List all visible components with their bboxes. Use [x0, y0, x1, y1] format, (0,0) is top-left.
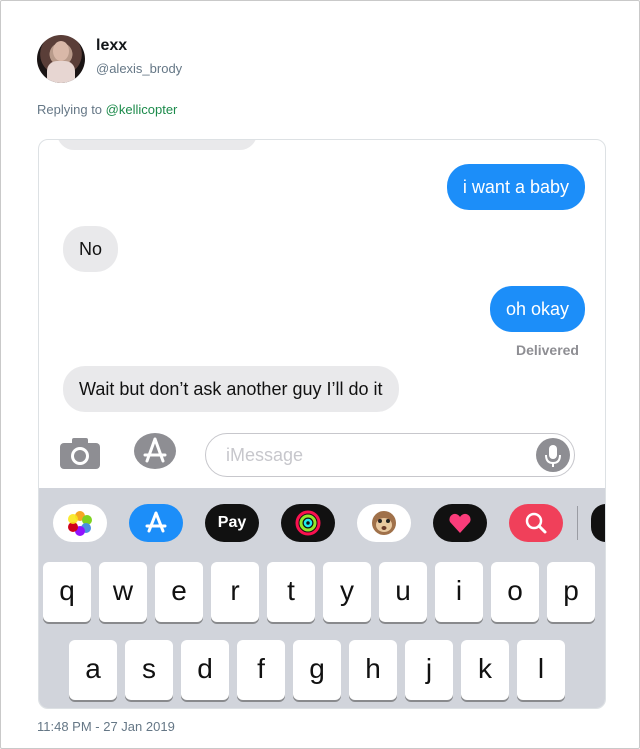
key-k[interactable]: k [461, 640, 509, 700]
imessage-screenshot: i want a baby No oh okay Delivered Wait … [38, 139, 606, 709]
replying-to-link[interactable]: @kellicopter [106, 102, 178, 117]
digital-touch-icon[interactable] [433, 504, 487, 542]
key-o[interactable]: o [491, 562, 539, 622]
animoji-icon[interactable] [357, 504, 411, 542]
app-store-button-icon[interactable] [132, 431, 178, 471]
avatar-face [53, 41, 69, 61]
key-r[interactable]: r [211, 562, 259, 622]
key-j[interactable]: j [405, 640, 453, 700]
key-i[interactable]: i [435, 562, 483, 622]
key-f[interactable]: f [237, 640, 285, 700]
key-y[interactable]: y [323, 562, 371, 622]
keyboard: q w e r t y u i o p a s d f g h j k l [39, 558, 605, 708]
key-d[interactable]: d [181, 640, 229, 700]
apple-pay-label: Pay [217, 514, 247, 531]
user-handle[interactable]: @alexis_brody [96, 61, 182, 76]
key-a[interactable]: a [69, 640, 117, 700]
delivered-status: Delivered [515, 342, 579, 358]
key-q[interactable]: q [43, 562, 91, 622]
imessage-input[interactable] [224, 444, 528, 467]
replying-prefix: Replying to [37, 102, 106, 117]
message-composer [39, 424, 605, 488]
imessage-app-tray: Pay [39, 488, 605, 558]
avatar-body [47, 61, 75, 83]
activity-icon[interactable] [281, 504, 335, 542]
tweet-timestamp[interactable]: 11:48 PM - 27 Jan 2019 [37, 719, 175, 734]
next-app-icon[interactable] [591, 504, 605, 542]
web-search-icon[interactable] [509, 504, 563, 542]
message-bubble-incoming: Wait but don’t ask another guy I’ll do i… [63, 366, 399, 412]
imessage-input-field[interactable] [205, 433, 575, 477]
camera-icon[interactable] [57, 435, 103, 471]
apple-pay-icon[interactable]: Pay [205, 504, 259, 542]
key-l[interactable]: l [517, 640, 565, 700]
key-h[interactable]: h [349, 640, 397, 700]
tray-divider [577, 506, 578, 540]
avatar[interactable] [37, 35, 85, 83]
key-p[interactable]: p [547, 562, 595, 622]
app-store-icon[interactable] [129, 504, 183, 542]
photos-app-icon[interactable] [53, 504, 107, 542]
clipped-previous-bubble [57, 140, 257, 150]
key-t[interactable]: t [267, 562, 315, 622]
message-bubble-outgoing: oh okay [489, 286, 585, 332]
display-name[interactable]: lexx [96, 37, 127, 55]
microphone-icon[interactable] [536, 438, 570, 472]
tweet-card: lexx @alexis_brody Replying to @kellicop… [0, 0, 640, 749]
key-e[interactable]: e [155, 562, 203, 622]
message-bubble-outgoing: i want a baby [446, 164, 585, 210]
key-g[interactable]: g [293, 640, 341, 700]
key-w[interactable]: w [99, 562, 147, 622]
key-u[interactable]: u [379, 562, 427, 622]
key-s[interactable]: s [125, 640, 173, 700]
message-bubble-incoming: No [63, 226, 119, 272]
replying-to-line: Replying to @kellicopter [37, 102, 177, 117]
